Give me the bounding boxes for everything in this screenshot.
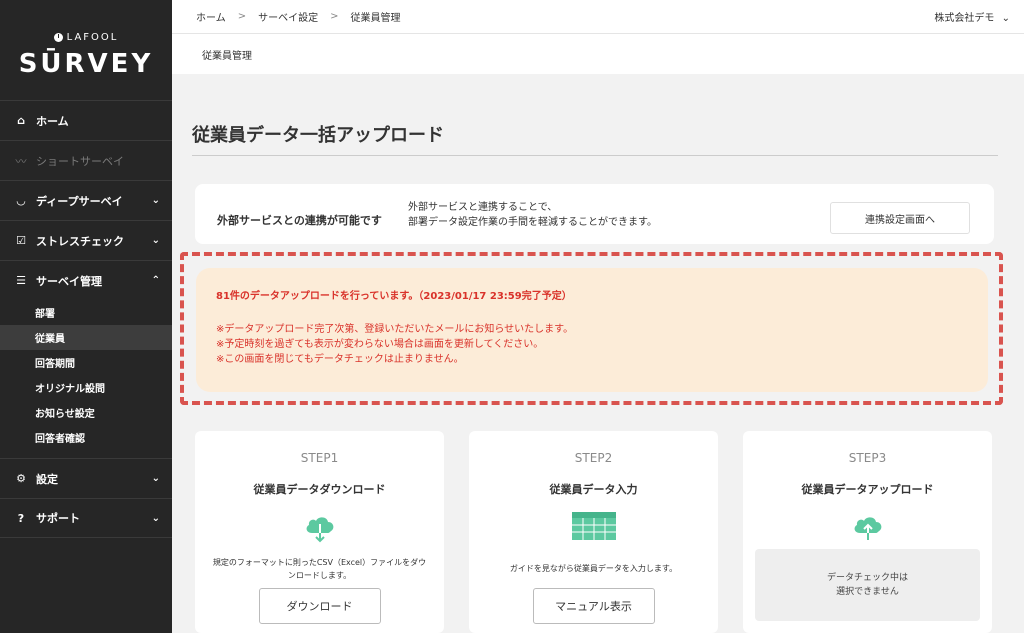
step-card-1: STEP1 従業員データダウンロード 規定のフォーマットに則ったCSV（Exce… — [195, 431, 444, 633]
integration-settings-button[interactable]: 連携設定画面へ — [830, 202, 970, 234]
step-description: 規定のフォーマットに則ったCSV（Excel）ファイルをダウ ンロードします。 — [205, 556, 434, 582]
trend-icon: 〰 — [15, 154, 27, 168]
sub-item-answer-period[interactable]: 回答期間 — [0, 350, 172, 375]
sub-item-employee[interactable]: 従業員 — [0, 325, 172, 350]
step-label: STEP3 — [848, 451, 887, 465]
cloud-download-icon — [303, 511, 337, 547]
step-desc-line: 規定のフォーマットに則ったCSV（Excel）ファイルをダウ — [212, 558, 427, 567]
logo-sub: LAFOOL — [66, 31, 119, 43]
step-description: ガイドを見ながら従業員データを入力します。 — [509, 564, 678, 573]
notice-heading: 81件のデータアップロードを行っています。（2023/01/17 23:59完了… — [216, 291, 572, 302]
topbar: ホーム > サーベイ設定 > 従業員管理 株式会社デモ ⌄ — [172, 0, 1024, 34]
nav-label: サーベイ管理 — [36, 274, 102, 288]
nav-item-home[interactable]: ⌂ ホーム — [0, 100, 172, 140]
table-icon — [571, 511, 617, 545]
nav-item-short-survey: 〰 ショートサーベイ — [0, 140, 172, 180]
clock-icon — [53, 32, 63, 42]
nav-item-stress-check[interactable]: ☑ ストレスチェック ⌄ — [0, 220, 172, 260]
integration-heading: 外部サービスとの連携が可能です — [217, 214, 382, 227]
nav-label: 設定 — [36, 472, 58, 486]
question-icon: ? — [17, 511, 25, 525]
breadcrumb-survey-settings[interactable]: サーベイ設定 — [258, 9, 318, 24]
step-card-3: STEP3 従業員データアップロード データチェック中は 選択できません — [743, 431, 992, 633]
chevron-down-icon: ⌄ — [1001, 13, 1010, 24]
nav-item-settings[interactable]: ⚙ 設定 ⌄ — [0, 458, 172, 498]
chevron-down-icon: ⌄ — [151, 473, 160, 484]
upload-disabled-panel: データチェック中は 選択できません — [755, 549, 980, 621]
breadcrumb-separator: > — [330, 11, 339, 22]
submenu-survey-management: 部署 従業員 回答期間 オリジナル設問 お知らせ設定 回答者確認 — [0, 300, 172, 458]
home-icon: ⌂ — [17, 114, 25, 127]
sub-item-notification-settings[interactable]: お知らせ設定 — [0, 400, 172, 425]
nav-item-support[interactable]: ? サポート ⌄ — [0, 498, 172, 538]
nav-label: ホーム — [36, 114, 69, 128]
chevron-down-icon: ⌄ — [151, 195, 160, 206]
disabled-message-line: データチェック中は — [826, 573, 908, 583]
title-divider — [192, 155, 998, 156]
subheader-title: 従業員管理 — [202, 50, 252, 62]
gear-icon: ⚙ — [16, 472, 26, 485]
step-label: STEP2 — [574, 451, 613, 465]
nav-label: サポート — [36, 512, 80, 525]
page-title: 従業員データ一括アップロード — [192, 125, 444, 146]
step-title: 従業員データアップロード — [801, 483, 934, 496]
sub-item-original-question[interactable]: オリジナル設問 — [0, 375, 172, 400]
sidebar: LAFOOL SŪRVEY ⌂ ホーム 〰 ショートサーベイ ◡ ディープサーベ… — [0, 0, 172, 633]
checkbox-icon: ☑ — [16, 234, 26, 247]
logo-main: SŪRVEY — [18, 48, 154, 79]
upload-notice: 81件のデータアップロードを行っています。（2023/01/17 23:59完了… — [196, 268, 988, 392]
step-title: 従業員データダウンロード — [253, 483, 386, 496]
nav-label: ショートサーベイ — [36, 154, 124, 168]
breadcrumb-current: 従業員管理 — [350, 13, 401, 24]
chevron-down-icon: ⌄ — [151, 512, 160, 524]
integration-desc-line: 部署データ設定作業の手間を軽減することができます。 — [408, 217, 657, 228]
nav-item-survey-management[interactable]: ☰ サーベイ管理 ⌃ — [0, 260, 172, 300]
nav-label: ディープサーベイ — [36, 194, 123, 208]
subheader: 従業員管理 — [172, 34, 1024, 74]
breadcrumb-separator: > — [237, 11, 247, 22]
step-label: STEP1 — [300, 451, 339, 465]
breadcrumb-home[interactable]: ホーム — [196, 9, 226, 24]
company-name: 株式会社デモ — [934, 13, 995, 24]
notice-line: ※この画面を閉じてもデータチェックは止まりません。 — [216, 354, 464, 365]
chevron-down-icon: ⌄ — [151, 235, 160, 246]
step-title: 従業員データ入力 — [549, 483, 638, 496]
company-dropdown[interactable]: 株式会社デモ ⌄ — [934, 9, 1010, 24]
chevron-up-icon: ⌃ — [151, 275, 160, 286]
integration-desc-line: 外部サービスと連携することで、 — [408, 202, 558, 213]
disabled-message-line: 選択できません — [836, 587, 899, 597]
manual-display-button[interactable]: マニュアル表示 — [532, 588, 655, 624]
sliders-icon: ☰ — [16, 274, 26, 287]
notice-line: ※データアップロード完了次第、登録いただいたメールにお知らせいたします。 — [216, 324, 574, 335]
loading-icon: ◡ — [16, 194, 26, 207]
integration-description: 外部サービスと連携することで、 部署データ設定作業の手間を軽減することができます… — [408, 200, 657, 230]
sub-item-respondent-check[interactable]: 回答者確認 — [0, 425, 172, 450]
sub-item-department[interactable]: 部署 — [0, 300, 172, 325]
step-card-2: STEP2 従業員データ入力 ガイドを見ながら従業員データを入力します。 マニュ… — [469, 431, 718, 633]
notice-line: ※予定時刻を過ぎても表示が変わらない場合は画面を更新してください。 — [216, 339, 544, 350]
nav-item-deep-survey[interactable]: ◡ ディープサーベイ ⌄ — [0, 180, 172, 220]
logo[interactable]: LAFOOL SŪRVEY — [0, 0, 172, 100]
download-button[interactable]: ダウンロード — [258, 588, 381, 624]
step-desc-line: ンロードします。 — [287, 571, 352, 580]
nav-label: ストレスチェック — [36, 234, 124, 248]
integration-card: 外部サービスとの連携が可能です 外部サービスと連携することで、 部署データ設定作… — [195, 184, 994, 244]
cloud-upload-icon — [851, 511, 885, 545]
